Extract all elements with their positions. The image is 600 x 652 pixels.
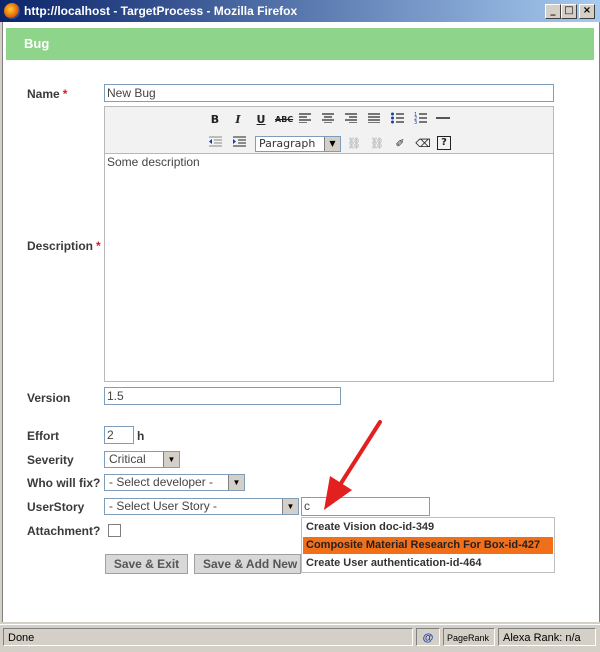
outdent-icon[interactable]	[207, 136, 223, 152]
firefox-icon	[4, 3, 20, 19]
userstory-suggestions: Create Vision doc-id-349 Composite Mater…	[301, 517, 555, 573]
developer-select[interactable]: - Select developer - ▼	[104, 474, 245, 491]
align-center-icon[interactable]	[320, 112, 336, 128]
chevron-down-icon: ▼	[324, 137, 340, 151]
paragraph-format-select[interactable]: Paragraph ▼	[255, 136, 341, 152]
editor-toolbar: B I U ABC 123 Paragraph ▼ ⛓ ⛓ ✐ ⌫ ?	[104, 106, 554, 154]
suggestion-item[interactable]: Create User authentication-id-464	[303, 555, 553, 572]
pagerank-badge[interactable]: PageRank	[443, 628, 495, 646]
svg-text:3: 3	[414, 120, 417, 124]
underline-button[interactable]: U	[253, 112, 269, 128]
save-add-new-button[interactable]: Save & Add New	[194, 554, 301, 574]
help-icon[interactable]: ?	[437, 136, 451, 150]
eraser-icon[interactable]: ⌫	[415, 136, 431, 152]
name-label: Name *	[27, 87, 68, 101]
window-title: http://localhost - TargetProcess - Mozil…	[24, 4, 298, 18]
window-titlebar: http://localhost - TargetProcess - Mozil…	[0, 0, 600, 22]
align-right-icon[interactable]	[343, 112, 359, 128]
suggestion-item-highlighted[interactable]: Composite Material Research For Box-id-4…	[303, 537, 553, 554]
required-mark: *	[96, 239, 101, 253]
maximize-button[interactable]: □	[561, 4, 577, 19]
userstory-select[interactable]: - Select User Story - ▼	[104, 498, 299, 515]
bold-button[interactable]: B	[207, 112, 223, 128]
chevron-down-icon: ▼	[228, 475, 244, 490]
chevron-down-icon: ▼	[163, 452, 179, 467]
page-title: Bug	[24, 36, 50, 51]
cleanup-icon[interactable]: ✐	[392, 136, 408, 152]
annotation-arrow-icon	[324, 420, 382, 510]
unlink-icon[interactable]: ⛓	[369, 136, 385, 152]
italic-button[interactable]: I	[230, 112, 246, 128]
bullet-list-icon[interactable]	[389, 112, 405, 128]
who-will-fix-label: Who will fix?	[27, 476, 101, 490]
severity-select[interactable]: Critical ▼	[104, 451, 180, 468]
effort-label: Effort	[27, 429, 59, 443]
effort-input[interactable]: 2	[104, 426, 134, 444]
attachment-checkbox[interactable]	[108, 524, 121, 537]
minimize-button[interactable]: _	[545, 4, 561, 19]
page-header: Bug	[6, 28, 594, 60]
status-text: Done	[3, 628, 413, 646]
severity-label: Severity	[27, 453, 74, 467]
status-bar: Done @ PageRank Alexa Rank: n/a	[0, 624, 600, 652]
indent-icon[interactable]	[231, 136, 247, 152]
description-editor[interactable]: Some description	[104, 154, 554, 382]
name-input[interactable]: New Bug	[104, 84, 554, 102]
numbered-list-icon[interactable]: 123	[412, 112, 428, 128]
save-exit-button[interactable]: Save & Exit	[105, 554, 188, 574]
horizontal-rule-icon[interactable]	[435, 112, 451, 128]
suggestion-item[interactable]: Create Vision doc-id-349	[303, 519, 553, 536]
alexa-rank: Alexa Rank: n/a	[498, 628, 596, 646]
description-label: Description *	[27, 239, 101, 253]
close-button[interactable]: ×	[579, 4, 595, 19]
userstory-label: UserStory	[27, 500, 85, 514]
link-icon[interactable]: ⛓	[346, 136, 362, 152]
attachment-label: Attachment?	[27, 524, 101, 538]
at-icon[interactable]: @	[416, 628, 440, 646]
justify-icon[interactable]	[366, 112, 382, 128]
required-mark: *	[62, 87, 68, 101]
effort-unit: h	[137, 429, 145, 443]
version-label: Version	[27, 391, 71, 405]
align-left-icon[interactable]	[297, 112, 313, 128]
version-input[interactable]: 1.5	[104, 387, 341, 405]
chevron-down-icon: ▼	[282, 499, 298, 514]
strikethrough-button[interactable]: ABC	[275, 112, 293, 128]
